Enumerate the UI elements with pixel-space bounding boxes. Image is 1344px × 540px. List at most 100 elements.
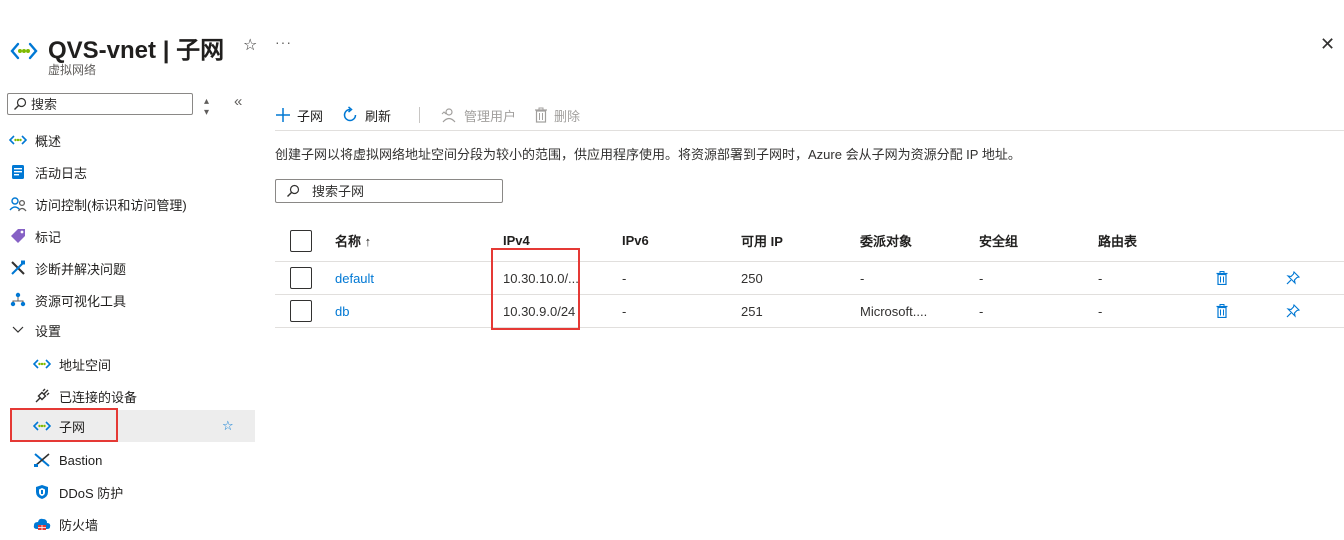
subnet-search-box[interactable] (275, 179, 503, 203)
highlight-box (491, 248, 580, 330)
refresh-icon (341, 106, 359, 124)
subnet-search-input[interactable] (312, 183, 492, 199)
manage-users-button[interactable]: 管理用户 (440, 106, 516, 125)
sidebar-item-label: 防火墙 (59, 517, 99, 533)
sidebar-item-visualizer[interactable]: 资源可视化工具 (0, 284, 256, 316)
sidebar-item-label: 资源可视化工具 (35, 293, 127, 309)
column-header-name[interactable]: 名称 ↑ (335, 220, 371, 261)
delete-button[interactable]: 删除 (534, 106, 580, 125)
search-icon (287, 184, 300, 197)
firewall-icon (33, 515, 51, 533)
diagnose-icon (9, 259, 27, 277)
page-header: QVS-vnet | 子网 虚拟网络 ☆ ··· ✕ (0, 0, 1344, 90)
subnet-name-link[interactable]: default (335, 262, 374, 294)
row-delete-button[interactable] (1216, 262, 1228, 294)
page-subtitle: 虚拟网络 (48, 63, 97, 77)
favorite-star-icon[interactable]: ☆ (243, 35, 257, 55)
plug-icon (33, 387, 51, 405)
sidebar-item-label: DDoS 防护 (59, 485, 124, 501)
search-icon (14, 97, 27, 110)
sidebar-item-tags[interactable]: 标记 (0, 220, 256, 252)
column-header-nsg[interactable]: 安全组 (979, 220, 1018, 261)
iam-icon (9, 195, 27, 213)
sidebar-item-overview[interactable]: 概述 (0, 124, 256, 156)
row-delete-button[interactable] (1216, 295, 1228, 327)
toolbar-divider (419, 107, 421, 123)
pin-icon (1286, 304, 1300, 318)
delete-label: 删除 (554, 108, 581, 124)
sidebar-item-label: 概述 (35, 133, 62, 149)
table-row: db 10.30.9.0/24 - 251 Microsoft.... - - (275, 295, 1344, 328)
manage-users-icon (440, 107, 458, 123)
tag-icon (9, 227, 27, 245)
trash-icon (534, 107, 548, 123)
main-content: 子网 刷新 管理用户 删除 创建子网以将虚拟网络地址空间分段为较小的范围，供应用… (275, 90, 1344, 540)
sidebar-item-label: 诊断并解决问题 (35, 261, 127, 277)
row-checkbox[interactable] (290, 267, 312, 289)
sidebar-item-access-control[interactable]: 访问控制(标识和访问管理) (0, 188, 256, 220)
row-select-cell (290, 295, 312, 327)
page-description: 创建子网以将虚拟网络地址空间分段为较小的范围，供应用程序使用。将资源部署到子网时… (275, 147, 1021, 162)
sidebar-item-firewall[interactable]: 防火墙 (0, 508, 256, 540)
add-subnet-label: 子网 (297, 108, 324, 124)
add-subnet-button[interactable]: 子网 (275, 106, 323, 125)
favorite-star-icon[interactable]: ☆ (222, 418, 234, 434)
sidebar-search-input[interactable] (31, 96, 181, 112)
column-header-available-ip[interactable]: 可用 IP (741, 220, 783, 261)
visualizer-icon (9, 291, 27, 309)
collapse-sidebar-icon[interactable]: « (234, 93, 242, 110)
refresh-label: 刷新 (365, 108, 392, 124)
sidebar-group-settings[interactable]: 设置 (0, 314, 256, 346)
close-icon[interactable]: ✕ (1320, 34, 1335, 55)
cell-available-ip: 251 (741, 303, 763, 319)
cell-ipv6: - (622, 303, 627, 319)
plus-icon (275, 107, 291, 123)
column-header-ipv6[interactable]: IPv6 (622, 220, 649, 261)
refresh-button[interactable]: 刷新 (341, 106, 391, 125)
chevron-down-icon (9, 321, 27, 339)
cell-ipv6: - (622, 270, 627, 286)
sidebar-item-label: 地址空间 (59, 357, 112, 373)
sidebar-item-label: 标记 (35, 229, 62, 245)
row-pin-button[interactable] (1286, 295, 1300, 327)
table-row: default 10.30.10.0/... - 250 - - - (275, 262, 1344, 295)
row-checkbox[interactable] (290, 300, 312, 322)
sidebar-item-diagnose[interactable]: 诊断并解决问题 (0, 252, 256, 284)
vnet-icon (9, 131, 27, 149)
sidebar-item-label: 设置 (35, 323, 62, 339)
cell-route-table: - (1098, 270, 1103, 286)
column-header-delegation[interactable]: 委派对象 (860, 220, 912, 261)
manage-users-label: 管理用户 (464, 108, 517, 124)
sidebar-item-ddos[interactable]: DDoS 防护 (0, 476, 256, 508)
table-header-row: 名称 ↑ IPv4 IPv6 可用 IP 委派对象 安全组 路由表 (275, 220, 1344, 262)
page-title: QVS-vnet | 子网 (48, 37, 225, 64)
trash-icon (1216, 271, 1228, 285)
select-all-checkbox[interactable] (290, 229, 312, 252)
sidebar-item-address-space[interactable]: 地址空间 (0, 348, 256, 380)
sidebar-item-bastion[interactable]: Bastion (0, 444, 256, 476)
sidebar: ▴▾ « 概述 活动日志 访问控制(标识和访问管理) 标记 诊断并解决问题 (0, 90, 256, 540)
sidebar-item-label: 已连接的设备 (59, 389, 138, 405)
sidebar-search-box[interactable] (7, 93, 193, 115)
cell-available-ip: 250 (741, 270, 763, 286)
shield-icon (33, 483, 51, 501)
row-select-cell (290, 262, 312, 294)
sidebar-item-label: 访问控制(标识和访问管理) (35, 197, 187, 213)
subnet-name-link[interactable]: db (335, 295, 349, 327)
trash-icon (1216, 304, 1228, 318)
cell-nsg: - (979, 270, 984, 286)
command-bar: 子网 刷新 管理用户 删除 (275, 100, 1344, 130)
sidebar-item-label: 活动日志 (35, 165, 88, 181)
sidebar-item-activity-log[interactable]: 活动日志 (0, 156, 256, 188)
sidebar-item-label: Bastion (59, 452, 103, 468)
more-options-icon[interactable]: ··· (275, 34, 292, 50)
sort-icon[interactable]: ▴ ▾ (204, 96, 209, 118)
vnet-icon (33, 355, 51, 373)
cell-delegation: Microsoft.... (860, 303, 928, 319)
highlight-box (10, 408, 118, 442)
virtual-network-icon (10, 42, 38, 60)
pin-icon (1286, 271, 1300, 285)
cell-nsg: - (979, 303, 984, 319)
row-pin-button[interactable] (1286, 262, 1300, 294)
column-header-route-table[interactable]: 路由表 (1098, 220, 1137, 261)
